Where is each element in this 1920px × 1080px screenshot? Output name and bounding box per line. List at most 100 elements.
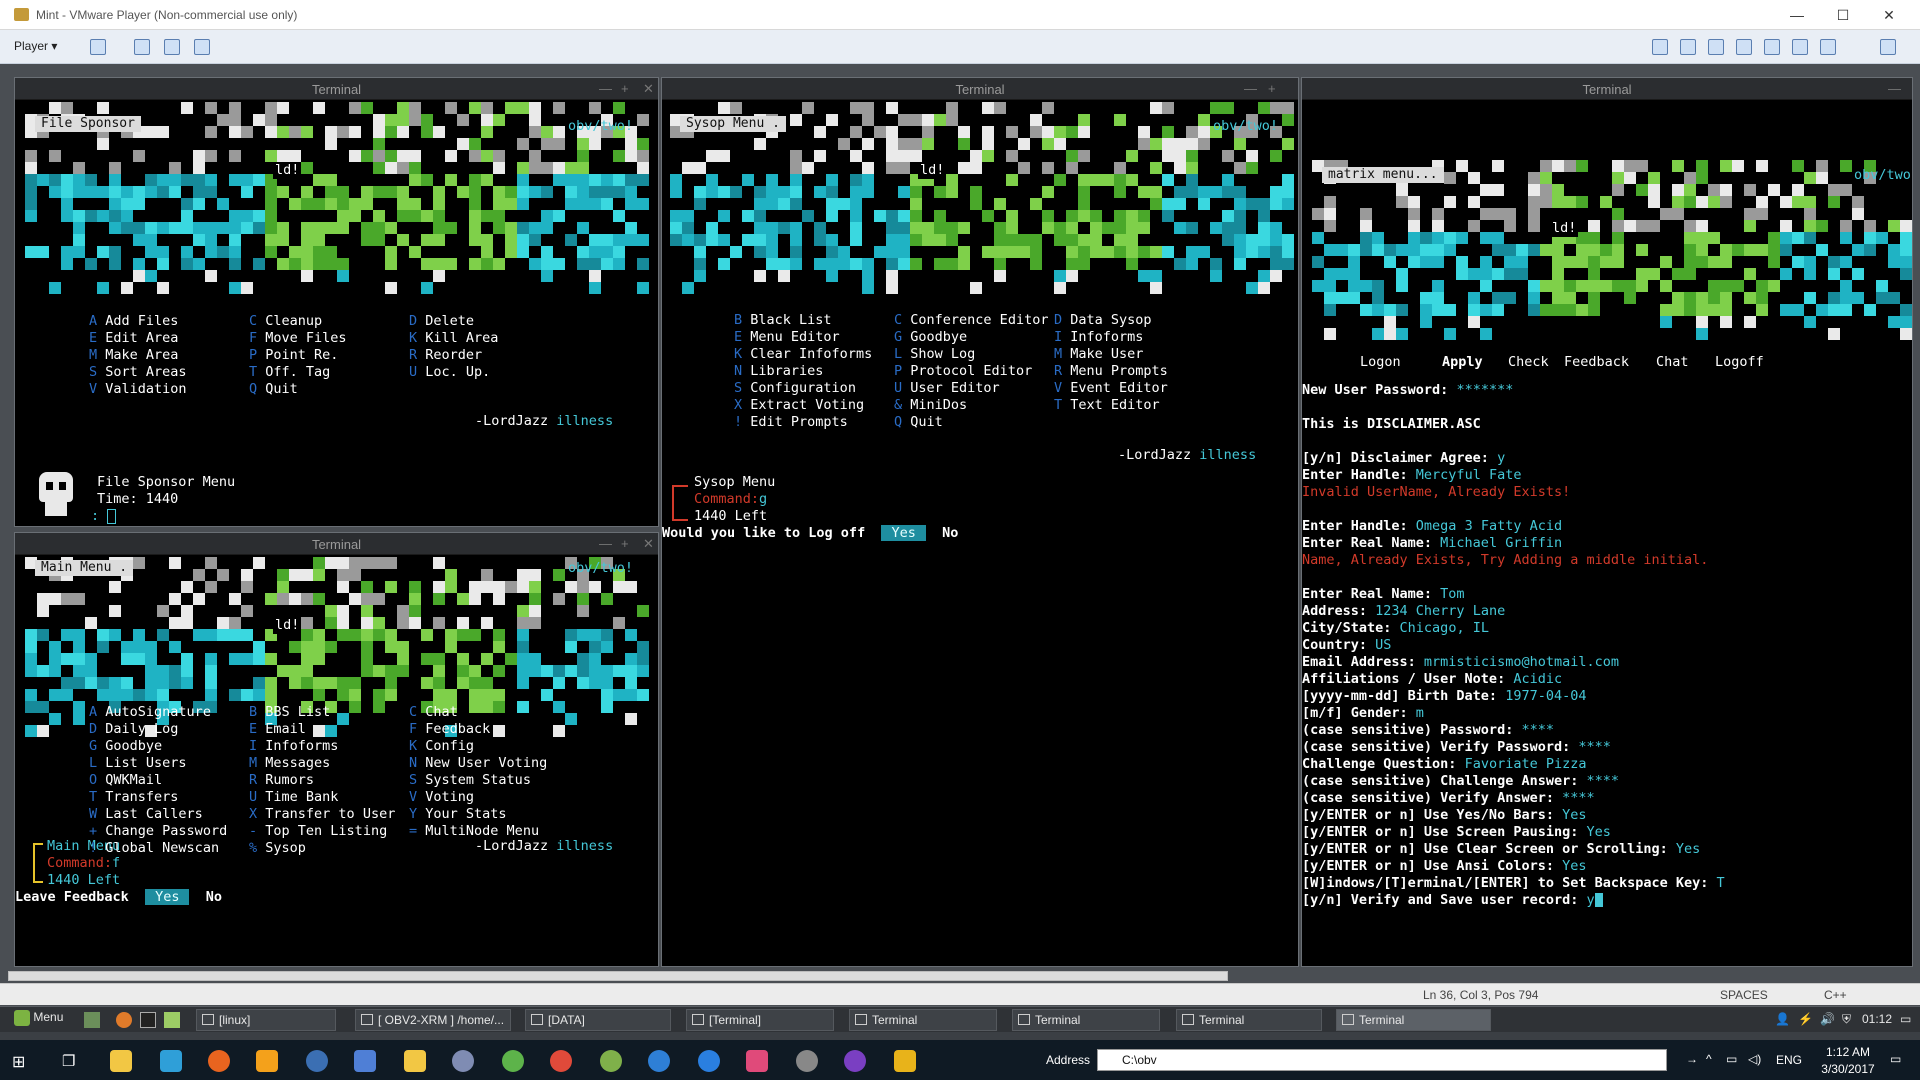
player-menu-button[interactable]: Player ▾	[14, 39, 57, 53]
go-icon[interactable]: →	[1686, 1052, 1698, 1066]
menu-item[interactable]: V Event Editor	[1054, 380, 1168, 397]
prompt-command[interactable]: Command:g	[694, 491, 767, 508]
menu-item[interactable]: G Goodbye	[894, 329, 967, 346]
menu-item[interactable]: Q Quit	[249, 381, 298, 398]
address-input[interactable]: C:\obv	[1097, 1049, 1667, 1071]
menu-item[interactable]: F Feedback	[409, 721, 490, 738]
user-icon[interactable]: 👤	[1775, 1012, 1790, 1026]
menu-item[interactable]: U Time Bank	[249, 789, 338, 806]
sync-icon[interactable]	[502, 1050, 524, 1072]
menu-item[interactable]: U Loc. Up.	[409, 364, 490, 381]
terminal-sysop-menu[interactable]: Terminal — + ld! Sysop Menu . obv/two! -…	[661, 77, 1299, 967]
menu-item[interactable]: K Clear Infoforms	[734, 346, 872, 363]
sound-icon[interactable]	[1764, 39, 1780, 55]
close-icon[interactable]: ✕	[643, 81, 654, 97]
language-mode[interactable]: C++	[1824, 988, 1847, 1002]
menu-item[interactable]: K Config	[409, 738, 474, 755]
taskbar-date[interactable]: 3/30/2017	[1816, 1062, 1880, 1076]
menu-item[interactable]: R Menu Prompts	[1054, 363, 1168, 380]
menu-item[interactable]: B Black List	[734, 312, 832, 329]
close-icon[interactable]: ✕	[643, 536, 654, 552]
menu-item[interactable]: Y Your Stats	[409, 806, 507, 823]
remote-icon[interactable]	[354, 1050, 376, 1072]
files-icon[interactable]	[164, 1012, 180, 1028]
show-desktop-icon[interactable]	[84, 1012, 100, 1028]
taskbar-item[interactable]: [DATA]	[525, 1009, 671, 1031]
yes-option[interactable]: Yes	[881, 525, 926, 541]
network-icon[interactable]	[1708, 39, 1724, 55]
indent-mode[interactable]: SPACES	[1720, 988, 1768, 1002]
taskbar-item[interactable]: [ OBV2-XRM ] /home/...	[355, 1009, 511, 1031]
menu-item[interactable]: M Make User	[1054, 346, 1143, 363]
menu-item[interactable]: E Edit Area	[89, 330, 178, 347]
yes-option[interactable]: Yes	[145, 889, 190, 905]
menu-item[interactable]: I Infoforms	[249, 738, 338, 755]
taskbar-item[interactable]: Terminal	[1176, 1009, 1322, 1031]
menu-item[interactable]: S Sort Areas	[89, 364, 187, 381]
minimize-icon[interactable]: —	[599, 536, 612, 551]
menu-item[interactable]: & MiniDos	[894, 397, 967, 414]
vpn-icon[interactable]	[452, 1050, 474, 1072]
close-button[interactable]: ✕	[1866, 4, 1912, 26]
minimize-icon[interactable]: —	[599, 81, 612, 96]
menu-item[interactable]: L List Users	[89, 755, 187, 772]
nav-chat[interactable]: Chat	[1656, 354, 1689, 371]
edge-icon[interactable]	[698, 1050, 720, 1072]
menu-item[interactable]: L Show Log	[894, 346, 975, 363]
menu-item[interactable]: C Chat	[409, 704, 458, 721]
menu-item[interactable]: F Move Files	[249, 330, 347, 347]
menu-item[interactable]: P Point Re.	[249, 347, 338, 364]
menu-item[interactable]: C Conference Editor	[894, 312, 1048, 329]
vmware-taskbar-icon[interactable]	[894, 1050, 916, 1072]
menu-item[interactable]: P Protocol Editor	[894, 363, 1032, 380]
media-icon[interactable]	[844, 1050, 866, 1072]
terminal-launcher-icon[interactable]	[140, 1012, 156, 1028]
no-option[interactable]: No	[942, 525, 958, 541]
menu-item[interactable]: C Cleanup	[249, 313, 322, 330]
cd-icon[interactable]	[1680, 39, 1696, 55]
menu-item[interactable]: V Voting	[409, 789, 474, 806]
printer-icon[interactable]	[1736, 39, 1752, 55]
notification-icon[interactable]: ▭	[1900, 1012, 1911, 1026]
git-icon[interactable]	[746, 1050, 768, 1072]
pause-icon[interactable]	[90, 39, 106, 55]
menu-item[interactable]: W Last Callers	[89, 806, 203, 823]
menu-item[interactable]: R Reorder	[409, 347, 482, 364]
menu-item[interactable]: + Change Password	[89, 823, 227, 840]
minimize-icon[interactable]: —	[1888, 81, 1901, 96]
menu-item[interactable]: M Make Area	[89, 347, 178, 364]
menu-item[interactable]: O QWKMail	[89, 772, 162, 789]
display-icon[interactable]	[1820, 39, 1836, 55]
menu-item[interactable]: A AutoSignature	[89, 704, 211, 721]
tray-up-icon[interactable]: ^	[1706, 1052, 1712, 1066]
menu-item[interactable]: S System Status	[409, 772, 531, 789]
menu-item[interactable]: ! Edit Prompts	[734, 414, 848, 431]
menu-item[interactable]: M Messages	[249, 755, 330, 772]
menu-item[interactable]: ! Global Newscan	[89, 840, 219, 857]
removable-device-icon[interactable]	[1652, 39, 1668, 55]
language-indicator[interactable]: ENG	[1776, 1053, 1802, 1067]
maximize-icon[interactable]: +	[621, 536, 629, 551]
full-screen-icon[interactable]	[194, 39, 210, 55]
menu-item[interactable]: Q Quit	[894, 414, 943, 431]
menu-item[interactable]: D Data Sysop	[1054, 312, 1152, 329]
maximize-icon[interactable]: +	[621, 81, 629, 96]
menu-item[interactable]: T Text Editor	[1054, 397, 1160, 414]
maximize-icon[interactable]: +	[1268, 81, 1276, 96]
minimize-button[interactable]: —	[1774, 4, 1820, 26]
menu-item[interactable]: R Rumors	[249, 772, 314, 789]
taskbar-item[interactable]: [Terminal]	[686, 1009, 834, 1031]
message-icon[interactable]	[1880, 39, 1896, 55]
taskbar-item[interactable]: Terminal	[1012, 1009, 1160, 1031]
menu-item[interactable]: E Email	[249, 721, 306, 738]
menu-item[interactable]: A Add Files	[89, 313, 178, 330]
menu-item[interactable]: T Off. Tag	[249, 364, 330, 381]
nav-feedback[interactable]: Feedback	[1564, 354, 1629, 371]
app-icon[interactable]	[256, 1050, 278, 1072]
mint-menu-button[interactable]: Menu	[14, 1010, 63, 1026]
action-center-icon[interactable]: ▭	[1890, 1052, 1901, 1066]
menu-item[interactable]: = MultiNode Menu	[409, 823, 539, 840]
menu-item[interactable]: U User Editor	[894, 380, 1000, 397]
taskbar-item[interactable]: Terminal	[849, 1009, 997, 1031]
network-app-icon[interactable]	[796, 1050, 818, 1072]
